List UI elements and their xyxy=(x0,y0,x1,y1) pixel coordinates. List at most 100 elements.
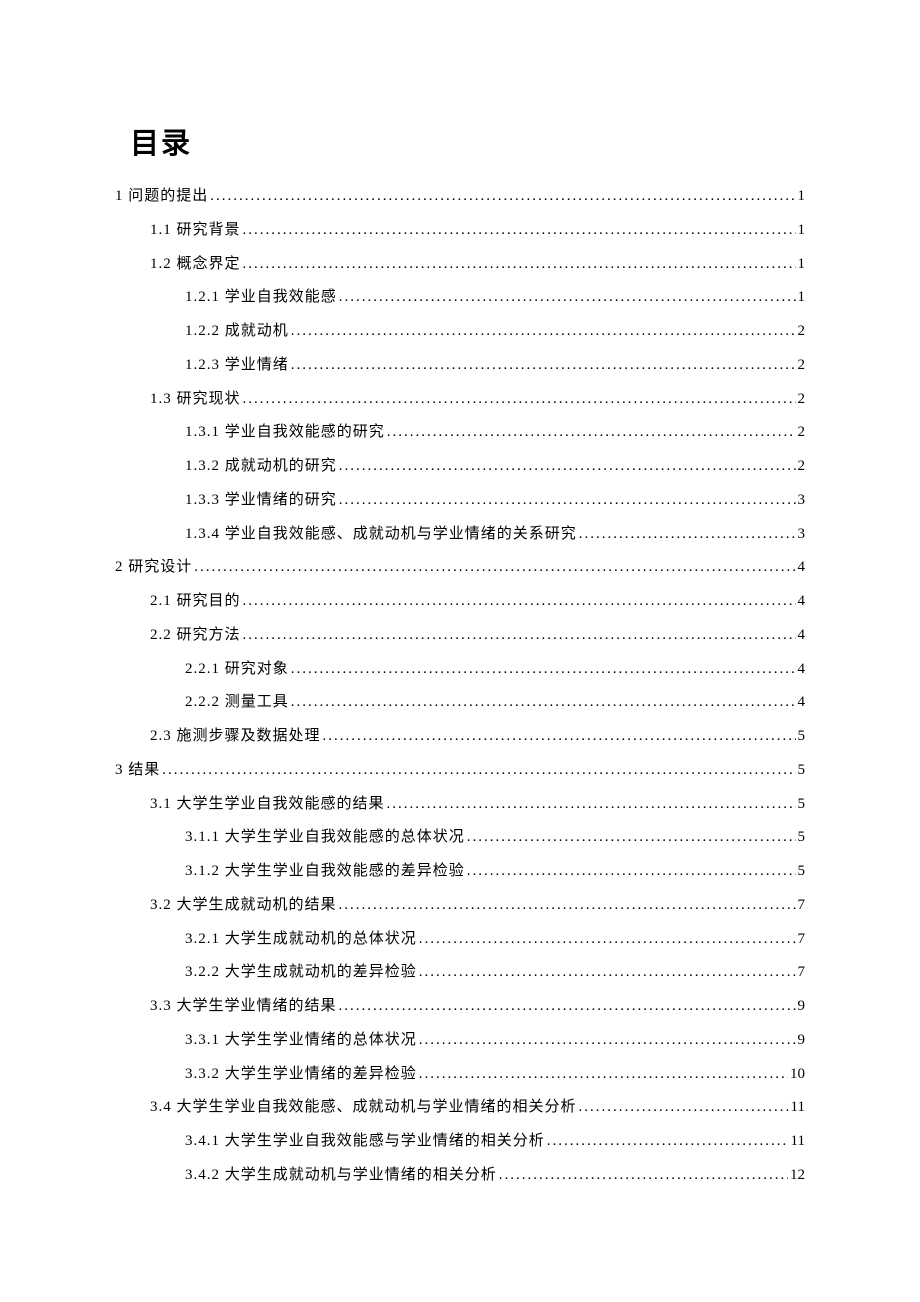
toc-entry: 2 研究设计..................................… xyxy=(115,551,805,585)
toc-entry-number: 1.2.1 xyxy=(185,289,220,305)
toc-entry-text: 3.4 大学生学业自我效能感、成就动机与学业情绪的相关分析 xyxy=(150,1091,577,1125)
toc-entry-number: 1 xyxy=(115,188,124,204)
toc-leader-dots: ........................................… xyxy=(467,821,796,855)
toc-entry-text: 1.2.2 成就动机 xyxy=(185,315,289,349)
toc-leader-dots: ........................................… xyxy=(323,720,796,754)
toc-entry-page: 7 xyxy=(798,956,806,990)
toc-entry: 3.2.2 大学生成就动机的差异检验......................… xyxy=(185,956,805,990)
toc-entry: 3.4 大学生学业自我效能感、成就动机与学业情绪的相关分析...........… xyxy=(150,1091,805,1125)
toc-entry-page: 1 xyxy=(798,180,806,214)
toc-entry-number: 1.1 xyxy=(150,222,172,238)
toc-leader-dots: ........................................… xyxy=(419,956,796,990)
toc-entry-number: 3.4.1 xyxy=(185,1133,220,1149)
toc-entry-page: 12 xyxy=(790,1159,805,1193)
toc-entry-page: 5 xyxy=(798,855,806,889)
toc-leader-dots: ........................................… xyxy=(339,281,796,315)
toc-entry-page: 1 xyxy=(798,248,806,282)
toc-entry: 2.3 施测步骤及数据处理...........................… xyxy=(150,720,805,754)
toc-entry-text: 1.3.2 成就动机的研究 xyxy=(185,450,337,484)
toc-entry-number: 2 xyxy=(115,559,124,575)
toc-entry-number: 1.3.4 xyxy=(185,526,220,542)
toc-entry-text: 3.2.2 大学生成就动机的差异检验 xyxy=(185,956,417,990)
toc-entry-page: 11 xyxy=(791,1091,805,1125)
toc-entry: 1.3.4 学业自我效能感、成就动机与学业情绪的关系研究............… xyxy=(185,518,805,552)
toc-leader-dots: ........................................… xyxy=(387,788,796,822)
toc-leader-dots: ........................................… xyxy=(419,1058,788,1092)
toc-entry-number: 2.2.2 xyxy=(185,694,220,710)
toc-entry-text: 2.2.2 测量工具 xyxy=(185,686,289,720)
toc-entry: 1 问题的提出.................................… xyxy=(115,180,805,214)
toc-entry-number: 3.3 xyxy=(150,998,172,1014)
toc-entry: 1.2.3 学业情绪..............................… xyxy=(185,349,805,383)
toc-entry-page: 4 xyxy=(798,585,806,619)
toc-entry-page: 1 xyxy=(798,214,806,248)
toc-entry: 2.2.2 测量工具..............................… xyxy=(185,686,805,720)
toc-entry-number: 3.2.2 xyxy=(185,964,220,980)
toc-entry: 3.1.2 大学生学业自我效能感的差异检验...................… xyxy=(185,855,805,889)
toc-entry-number: 3.2.1 xyxy=(185,931,220,947)
toc-entry-page: 7 xyxy=(798,889,806,923)
toc-entry: 2.2 研究方法................................… xyxy=(150,619,805,653)
toc-entry-text: 1.2.1 学业自我效能感 xyxy=(185,281,337,315)
toc-entry-text: 1 问题的提出 xyxy=(115,180,208,214)
toc-entry-text: 2 研究设计 xyxy=(115,551,192,585)
toc-entry-page: 2 xyxy=(798,450,806,484)
toc-entry: 3.1 大学生学业自我效能感的结果.......................… xyxy=(150,788,805,822)
toc-entry-number: 2.1 xyxy=(150,593,172,609)
toc-leader-dots: ........................................… xyxy=(467,855,796,889)
toc-entry-number: 1.3.1 xyxy=(185,424,220,440)
toc-entry-number: 1.2 xyxy=(150,256,172,272)
toc-entry-page: 5 xyxy=(798,720,806,754)
toc-entry-number: 2.3 xyxy=(150,728,172,744)
toc-entry-number: 1.2.2 xyxy=(185,323,220,339)
toc-entry-text: 3 结果 xyxy=(115,754,160,788)
toc-leader-dots: ........................................… xyxy=(339,450,796,484)
toc-entry-page: 4 xyxy=(798,619,806,653)
toc-leader-dots: ........................................… xyxy=(243,585,796,619)
toc-entry-number: 3.1 xyxy=(150,796,172,812)
toc-entry: 1.3 研究现状................................… xyxy=(150,383,805,417)
toc-entry: 3.3 大学生学业情绪的结果..........................… xyxy=(150,990,805,1024)
toc-entry-text: 2.3 施测步骤及数据处理 xyxy=(150,720,321,754)
toc-entry-page: 3 xyxy=(798,518,806,552)
toc-leader-dots: ........................................… xyxy=(499,1159,788,1193)
toc-leader-dots: ........................................… xyxy=(419,923,796,957)
toc-leader-dots: ........................................… xyxy=(243,214,796,248)
toc-entry-page: 5 xyxy=(798,754,806,788)
toc-entry: 1.2.1 学业自我效能感...........................… xyxy=(185,281,805,315)
toc-entry-text: 1.3 研究现状 xyxy=(150,383,241,417)
toc-entry-number: 2.2.1 xyxy=(185,661,220,677)
toc-entry-page: 9 xyxy=(798,990,806,1024)
toc-entry-text: 3.3.2 大学生学业情绪的差异检验 xyxy=(185,1058,417,1092)
toc-entry-page: 5 xyxy=(798,788,806,822)
toc-leader-dots: ........................................… xyxy=(339,484,796,518)
toc-entry-number: 3 xyxy=(115,762,124,778)
toc-leader-dots: ........................................… xyxy=(291,653,796,687)
toc-entry-text: 2.1 研究目的 xyxy=(150,585,241,619)
toc-leader-dots: ........................................… xyxy=(210,180,795,214)
toc-entry: 2.1 研究目的................................… xyxy=(150,585,805,619)
toc-leader-dots: ........................................… xyxy=(579,1091,789,1125)
toc-entry-page: 7 xyxy=(798,923,806,957)
toc-entry-number: 1.3.3 xyxy=(185,492,220,508)
toc-entry-number: 3.4.2 xyxy=(185,1167,220,1183)
toc-entry-text: 3.3.1 大学生学业情绪的总体状况 xyxy=(185,1024,417,1058)
toc-leader-dots: ........................................… xyxy=(243,619,796,653)
toc-container: 1 问题的提出.................................… xyxy=(115,180,805,1193)
toc-leader-dots: ........................................… xyxy=(419,1024,796,1058)
toc-leader-dots: ........................................… xyxy=(339,990,796,1024)
toc-entry-number: 3.1.1 xyxy=(185,829,220,845)
toc-entry-text: 1.2 概念界定 xyxy=(150,248,241,282)
toc-entry-page: 2 xyxy=(798,383,806,417)
toc-entry-number: 1.3 xyxy=(150,391,172,407)
toc-leader-dots: ........................................… xyxy=(339,889,796,923)
toc-entry-number: 2.2 xyxy=(150,627,172,643)
toc-entry-text: 1.3.1 学业自我效能感的研究 xyxy=(185,416,385,450)
toc-entry-text: 3.1 大学生学业自我效能感的结果 xyxy=(150,788,385,822)
toc-entry-page: 5 xyxy=(798,821,806,855)
toc-entry-page: 9 xyxy=(798,1024,806,1058)
toc-entry: 1.3.1 学业自我效能感的研究........................… xyxy=(185,416,805,450)
toc-entry-text: 1.2.3 学业情绪 xyxy=(185,349,289,383)
toc-entry-text: 3.1.1 大学生学业自我效能感的总体状况 xyxy=(185,821,465,855)
toc-entry: 3.3.2 大学生学业情绪的差异检验......................… xyxy=(185,1058,805,1092)
